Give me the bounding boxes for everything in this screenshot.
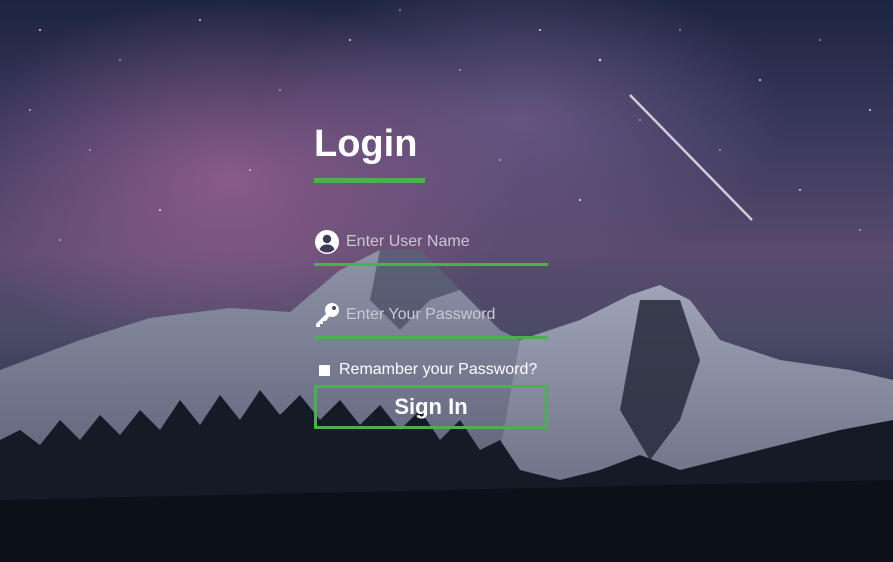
user-circle-icon <box>314 229 340 255</box>
login-page: Login Rema <box>0 0 893 562</box>
key-icon <box>314 302 340 328</box>
password-field <box>314 294 548 339</box>
login-form: Login Rema <box>314 120 548 429</box>
login-title: Login <box>314 123 418 165</box>
username-field <box>314 221 548 266</box>
remember-label: Remamber your Password? <box>339 361 538 378</box>
sign-in-button[interactable]: Sign In <box>314 385 548 429</box>
remember-row: Remamber your Password? <box>314 361 548 379</box>
password-input[interactable] <box>346 306 536 324</box>
title-underline <box>314 178 425 183</box>
remember-checkbox[interactable] <box>319 364 330 376</box>
username-input[interactable] <box>346 233 536 251</box>
